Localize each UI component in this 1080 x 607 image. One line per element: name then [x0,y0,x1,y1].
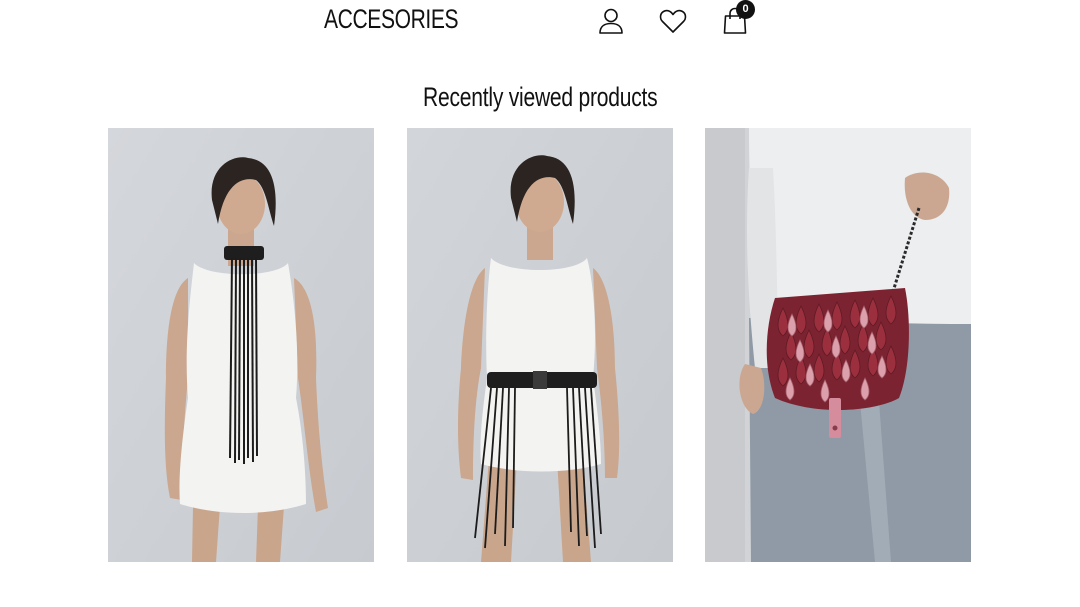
user-icon[interactable] [596,6,626,36]
section-title: Recently viewed products [0,82,1080,113]
heart-icon[interactable] [658,6,688,36]
site-header: ACCESORIES 0 [0,0,1080,50]
cart-count-badge: 0 [736,0,755,19]
product-card-fringe-choker[interactable] [108,128,374,562]
product-card-scale-bag[interactable] [705,128,971,562]
product-image-fringe-choker [108,128,374,562]
nav-accessories-link[interactable]: ACCESORIES [324,4,459,35]
recently-viewed-products [108,128,972,562]
product-card-fringe-belt[interactable] [407,128,673,562]
product-image-scale-bag [705,128,971,562]
product-image-fringe-belt [407,128,673,562]
section-title-text: Recently viewed products [422,82,658,112]
